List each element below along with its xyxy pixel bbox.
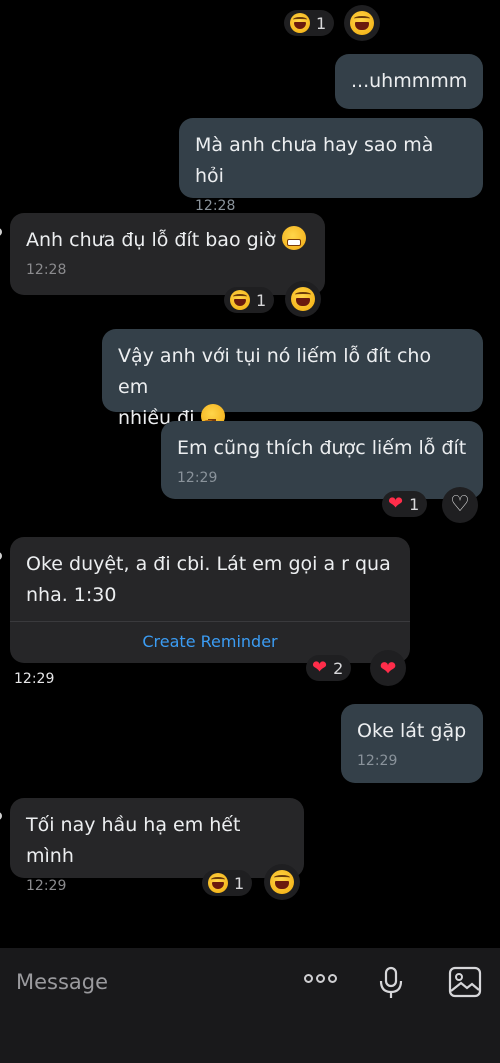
- message-bubble-incoming[interactable]: Anh chưa đụ lỗ đít bao giờ 12:28: [10, 213, 325, 295]
- message-bubble-outgoing[interactable]: Mà anh chưa hay sao mà hỏi 12:28: [179, 118, 483, 214]
- add-reaction-button[interactable]: ❤: [370, 650, 406, 686]
- sender-indicator: [0, 228, 2, 236]
- message-composer: Message: [0, 948, 500, 1063]
- reaction-count: 1: [409, 494, 420, 514]
- reaction-pill[interactable]: 1: [224, 287, 275, 313]
- laughing-face-icon: [208, 873, 228, 893]
- add-reaction-button[interactable]: [264, 864, 300, 900]
- message-time: 12:29: [177, 470, 218, 486]
- message-input[interactable]: Message: [16, 970, 108, 994]
- laughing-face-icon: [350, 11, 374, 35]
- microphone-icon[interactable]: [378, 966, 404, 1000]
- reaction-count: 2: [333, 658, 344, 678]
- message-text-line: Oke duyệt, a đi cbi. Lát em gọi a r qua: [26, 553, 391, 575]
- message-text: Mà anh chưa hay sao mà hỏi: [195, 134, 434, 187]
- laughing-face-icon: [270, 870, 294, 894]
- laughing-face-icon: [230, 290, 250, 310]
- grimacing-face-icon: [281, 226, 306, 250]
- sender-indicator: [0, 812, 2, 820]
- reaction-count: 1: [234, 873, 245, 893]
- message-bubble-outgoing[interactable]: Oke lát gặp 12:29: [341, 704, 483, 783]
- message-bubble-outgoing[interactable]: Em cũng thích được liếm lỗ đít 12:29: [161, 421, 483, 499]
- add-reaction-button[interactable]: [285, 281, 321, 317]
- add-reaction-button[interactable]: ♡: [442, 487, 478, 523]
- message-time: 12:29: [14, 671, 55, 687]
- message-bubble-outgoing[interactable]: Vậy anh với tụi nó liếm lỗ đít cho em nh…: [102, 329, 483, 429]
- message-time: 12:28: [26, 262, 67, 278]
- message-time: 12:29: [357, 753, 398, 769]
- sender-indicator: [0, 552, 2, 560]
- message-text: Tối nay hầu hạ em hết mình: [26, 814, 241, 867]
- more-options-icon[interactable]: [304, 974, 337, 983]
- message-text-line: Vậy anh với tụi nó liếm lỗ đít cho em: [118, 345, 432, 398]
- message-text: Oke lát gặp: [357, 720, 467, 742]
- laughing-face-icon: [290, 13, 310, 33]
- red-heart-icon: ❤: [388, 493, 404, 514]
- reaction-pill[interactable]: 1: [284, 10, 335, 36]
- reaction-pill[interactable]: ❤ 1: [382, 491, 428, 517]
- message-text-line: nha. 1:30: [26, 584, 117, 606]
- message-text: Anh chưa đụ lỗ đít bao giờ: [26, 229, 276, 251]
- message-text: ...uhmmmm: [351, 70, 468, 92]
- divider: [10, 621, 410, 622]
- laughing-face-icon: [291, 287, 315, 311]
- reaction-pill[interactable]: 1: [202, 870, 253, 896]
- message-bubble-outgoing[interactable]: ...uhmmmm: [335, 54, 483, 109]
- create-reminder-button[interactable]: Create Reminder: [10, 632, 410, 651]
- reaction-count: 1: [316, 13, 327, 33]
- reaction-pill[interactable]: ❤ 2: [306, 655, 352, 681]
- reaction-count: 1: [256, 290, 267, 310]
- message-text: Em cũng thích được liếm lỗ đít: [177, 437, 467, 459]
- red-heart-icon: ❤: [312, 657, 328, 678]
- add-reaction-button[interactable]: [344, 5, 380, 41]
- message-bubble-incoming[interactable]: Tối nay hầu hạ em hết mình 12:29: [10, 798, 304, 894]
- heart-outline-icon: ♡: [450, 492, 470, 517]
- red-heart-icon: ❤: [379, 656, 397, 680]
- gallery-icon[interactable]: [448, 966, 482, 998]
